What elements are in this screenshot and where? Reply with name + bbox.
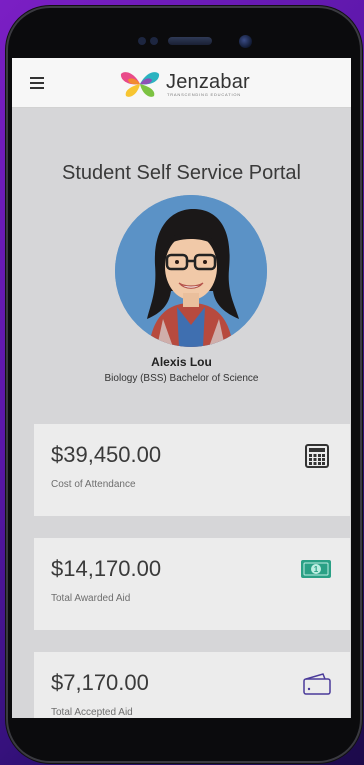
brand-tagline: TRANSCENDING EDUCATION [167,92,241,97]
phone-bottom-bezel [12,718,351,746]
cost-of-attendance-card[interactable]: $39,450.00 Cost of Attendance [34,424,350,516]
student-photo [115,195,267,347]
card-amount: $39,450.00 [51,442,162,467]
card-label: Total Accepted Aid [51,707,133,718]
hamburger-menu-icon[interactable] [30,77,44,89]
app-screen: Jenzabar TRANSCENDING EDUCATION Student … [12,58,351,718]
student-name: Alexis Lou [151,355,212,369]
card-label: Total Awarded Aid [51,593,131,604]
total-accepted-aid-card[interactable]: $7,170.00 Total Accepted Aid [34,652,350,718]
card-amount: $7,170.00 [51,670,149,695]
butterfly-logo-icon [120,72,160,97]
total-awarded-aid-card[interactable]: $14,170.00 Total Awarded Aid 1 [34,538,350,630]
avatar [115,195,267,347]
card-amount: $14,170.00 [51,556,162,581]
wallet-icon [303,673,331,695]
top-app-bar: Jenzabar TRANSCENDING EDUCATION [12,58,351,108]
calculator-icon [305,444,329,468]
front-camera [239,35,252,48]
money-bill-icon: 1 [301,560,331,578]
earpiece-speaker [168,37,212,45]
sensor-dot [138,37,146,45]
svg-text:1: 1 [314,565,319,574]
card-label: Cost of Attendance [51,479,136,490]
student-program: Biology (BSS) Bachelor of Science [104,373,259,384]
sensor-dot [150,37,158,45]
brand-logo: Jenzabar TRANSCENDING EDUCATION [120,68,260,100]
page-title: Student Self Service Portal [61,162,301,184]
brand-name: Jenzabar [166,71,250,93]
